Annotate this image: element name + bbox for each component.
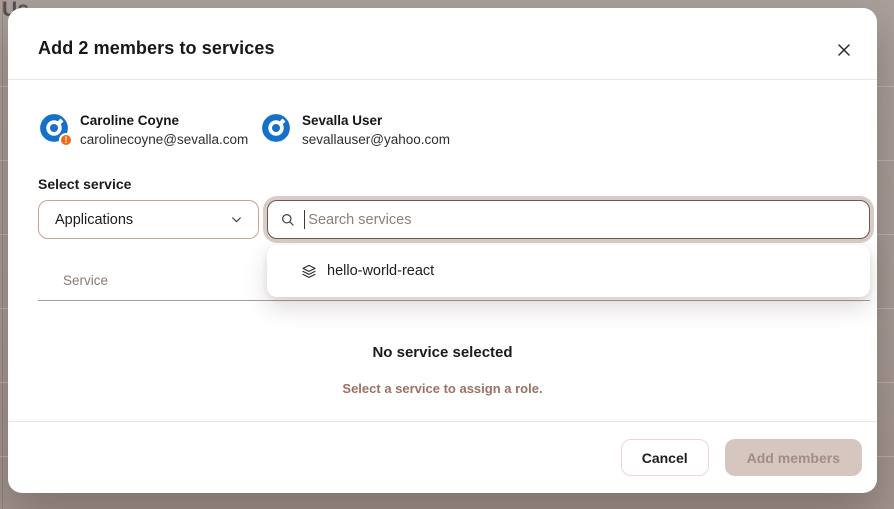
search-services-field[interactable]: [267, 200, 870, 239]
select-service-label: Select service: [38, 176, 131, 192]
service-option-hello-world-react[interactable]: hello-world-react: [267, 245, 870, 297]
close-icon[interactable]: [835, 41, 853, 59]
search-icon: [280, 212, 296, 228]
service-type-value: Applications: [55, 212, 133, 228]
search-results-dropdown: hello-world-react: [267, 245, 870, 297]
text-caret: [304, 210, 305, 229]
search-input[interactable]: [308, 212, 857, 228]
service-column-header: Service: [63, 273, 108, 288]
member-card: ! Caroline Coyne carolinecoyne@sevalla.c…: [38, 112, 248, 147]
modal-header: Add 2 members to services: [8, 8, 877, 80]
empty-state-subtitle: Select a service to assign a role.: [8, 381, 877, 396]
avatar: [260, 112, 292, 144]
stack-icon: [301, 263, 317, 279]
cancel-button[interactable]: Cancel: [621, 439, 709, 476]
member-name: Caroline Coyne: [80, 112, 248, 128]
add-members-modal: Add 2 members to services ! Caroline Coy…: [8, 8, 877, 493]
pending-warning-badge: !: [59, 133, 73, 147]
empty-state-title: No service selected: [8, 344, 877, 361]
member-card: Sevalla User sevallauser@yahoo.com: [260, 112, 450, 147]
modal-title: Add 2 members to services: [38, 38, 275, 59]
table-header-divider: [38, 300, 870, 301]
member-email: carolinecoyne@sevalla.com: [80, 132, 248, 147]
chevron-down-icon: [229, 212, 244, 227]
member-email: sevallauser@yahoo.com: [302, 132, 450, 147]
add-members-button[interactable]: Add members: [725, 439, 862, 476]
avatar: !: [38, 112, 70, 144]
background-sidebar-divider: [2, 0, 3, 509]
member-name: Sevalla User: [302, 112, 450, 128]
service-type-select[interactable]: Applications: [38, 200, 259, 239]
service-option-label: hello-world-react: [327, 263, 434, 279]
modal-footer: Cancel Add members: [8, 421, 877, 493]
sevalla-logo-icon: [260, 112, 292, 144]
